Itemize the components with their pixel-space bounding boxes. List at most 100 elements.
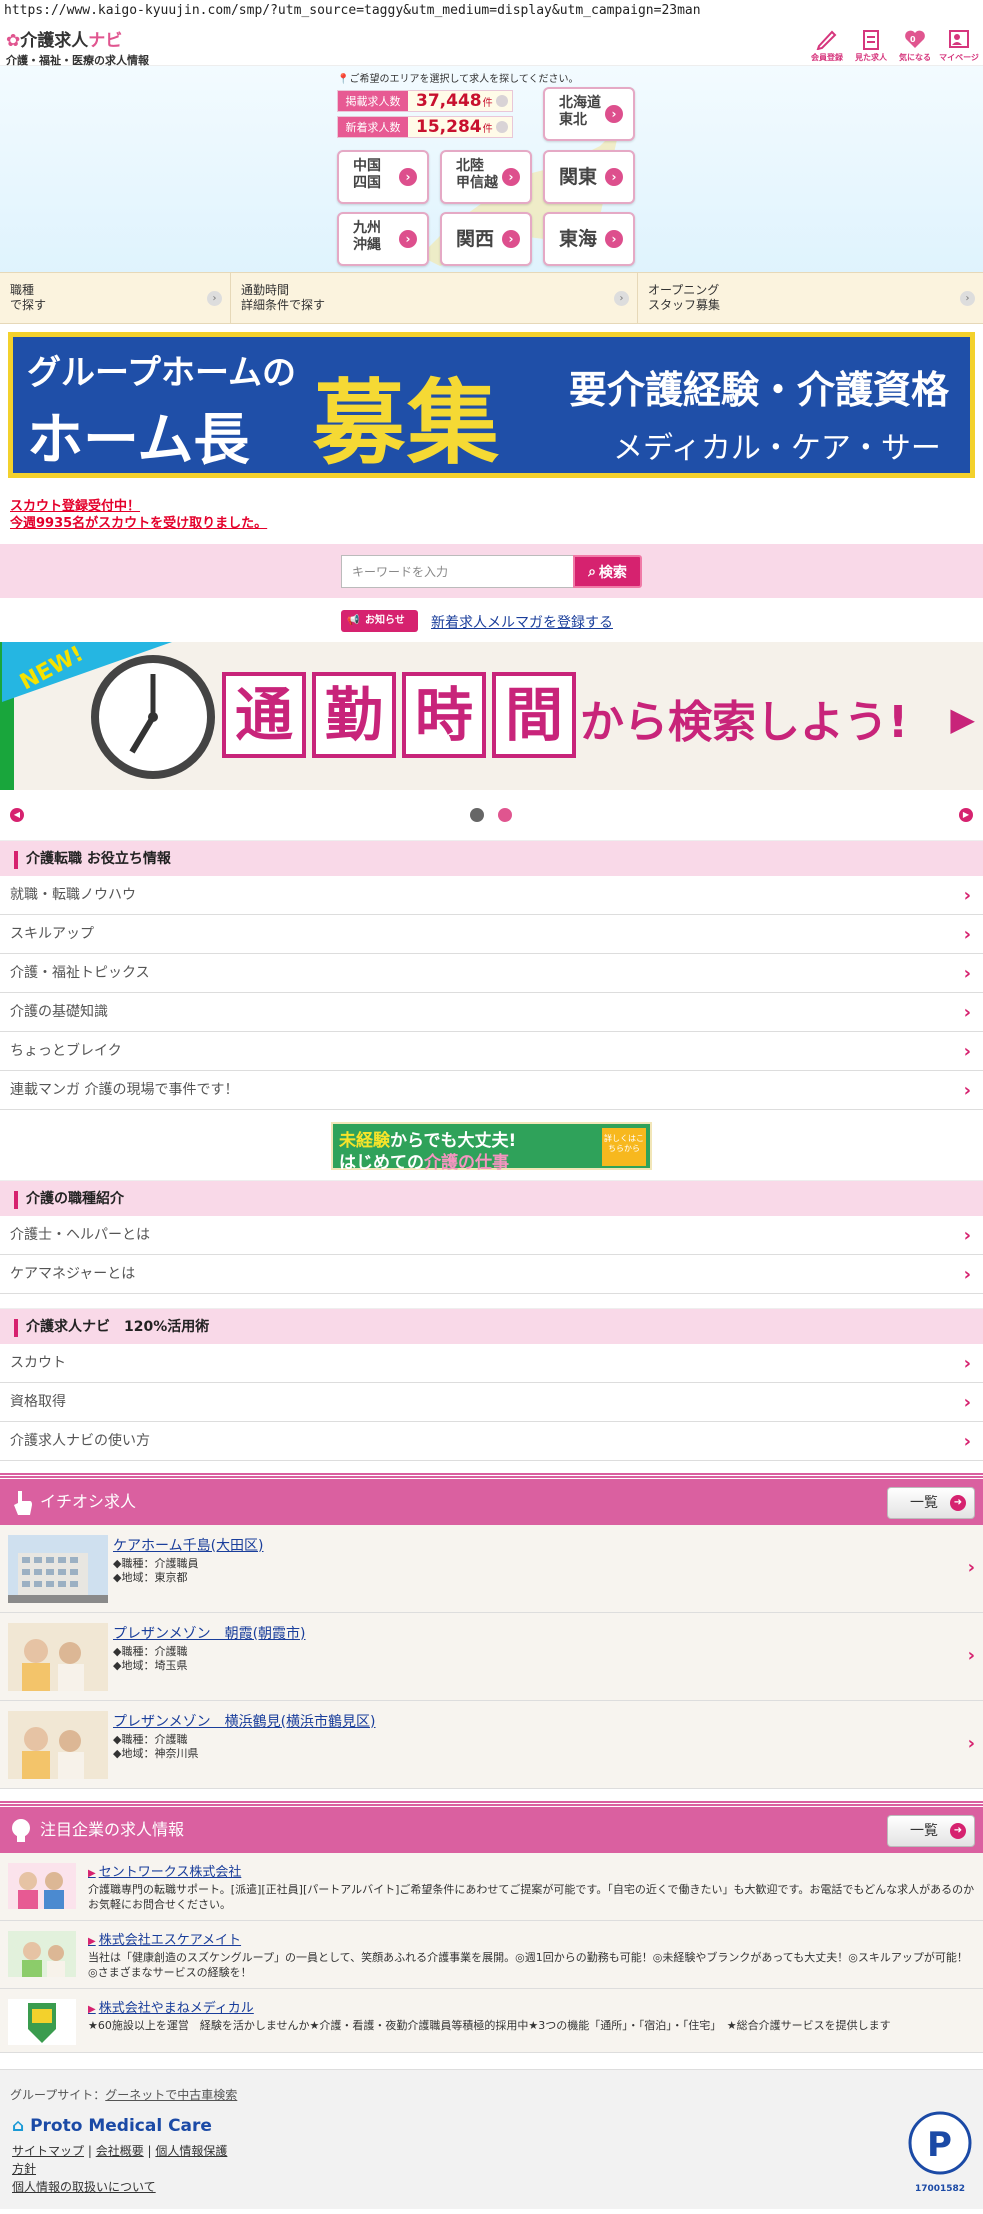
favorites-button[interactable]: 0 気になる — [895, 28, 935, 63]
company-1[interactable]: ▶ セントワークス株式会社 介護職専門の転職サポート。[派遣][正社員][パートア… — [0, 1853, 983, 1921]
chevron-right-icon — [496, 95, 508, 107]
region-chugoku-shikoku[interactable]: 中国 四国 › — [337, 150, 429, 204]
personal-info-handling-link[interactable]: 個人情報の取扱いについて — [12, 2180, 156, 2194]
company-3-logo — [8, 1999, 76, 2045]
pickup-job-3[interactable]: プレザンメゾン 横浜鶴見(横浜市鶴見区) ◆職種：介護職 ◆地域：神奈川県 › — [0, 1701, 983, 1789]
commute-search-slider[interactable]: NEW! 通 勤 時 間 から検索しよう! ▶ — [0, 642, 983, 790]
quick-search-bar: 職種 で探す › 通勤時間 詳細条件で探す › オープニング スタッフ募集 › — [0, 272, 983, 324]
pickup-all-button[interactable]: 一覧 ➜ — [887, 1487, 975, 1519]
chevron-right-icon — [496, 121, 508, 133]
chevron-right-icon: › — [963, 1041, 971, 1062]
new-jobs-unit: 件 — [482, 123, 493, 135]
building-photo — [8, 1535, 108, 1603]
company-info-link[interactable]: 会社概要 — [96, 2144, 144, 2158]
proto-medical-care-logo[interactable]: ⌂ Proto Medical Care — [12, 2116, 212, 2136]
chevron-right-icon: › — [967, 1557, 975, 1578]
lightbulb-icon — [12, 1819, 30, 1842]
tips-item-break[interactable]: ちょっとブレイク › — [0, 1032, 983, 1071]
pickup-job-2-area: ◆地域：埼玉県 — [113, 1659, 188, 1672]
footer-links: サイトマップ | 会社概要 | 個人情報保護 方針 個人情報の取扱いについて — [12, 2144, 228, 2194]
search-button-label: 検索 — [598, 564, 627, 581]
url-bar[interactable]: https://www.kaigo-kyuujin.com/smp/?utm_s… — [0, 0, 983, 22]
tips-item-manga[interactable]: 連載マンガ 介護の現場で事件です！ › — [0, 1071, 983, 1110]
company-3-name[interactable]: 株式会社やまねメディカル — [99, 2001, 254, 2016]
region-kansai[interactable]: 関西 › — [440, 212, 532, 266]
tips-item-basics[interactable]: 介護の基礎知識 › — [0, 993, 983, 1032]
privacy-protection-link[interactable]: 個人情報保護 — [155, 2144, 227, 2158]
svg-text:0: 0 — [910, 35, 916, 44]
search-by-commute[interactable]: 通勤時間 詳細条件で探す › — [231, 273, 638, 323]
newsletter-link[interactable]: 新着求人メルマガを登録する — [431, 612, 613, 632]
companies-list: ▶ セントワークス株式会社 介護職専門の転職サポート。[派遣][正社員][パートア… — [0, 1853, 983, 2053]
area-selector: 📍ご希望のエリアを選択して求人を探してください。 掲載求人数 37,448 件 … — [0, 66, 983, 272]
pickup-job-1[interactable]: ケアホーム千島(大田区) ◆職種：介護職員 ◆地域：東京都 › — [0, 1525, 983, 1613]
companies-header: 注目企業の求人情報 一覧 ➜ — [0, 1803, 983, 1853]
privacy-number: 17001582 — [914, 2184, 966, 2194]
site-footer: グループサイト：グーネットで中古車検索 ⌂ Proto Medical Care… — [0, 2069, 983, 2209]
pickup-title: イチオシ求人 — [40, 1492, 137, 1511]
pickup-job-3-name[interactable]: プレザンメゾン 横浜鶴見(横浜市鶴見区) — [113, 1711, 376, 1731]
logo-title-b: ナビ — [88, 31, 123, 51]
sitemap-link[interactable]: サイトマップ — [12, 2144, 84, 2158]
chevron-right-icon: › — [967, 1645, 975, 1666]
slider-next-button[interactable]: ▶ — [959, 808, 973, 822]
chevron-right-icon: › — [502, 230, 520, 248]
company-1-name[interactable]: セントワークス株式会社 — [99, 1865, 242, 1880]
slider-char-4: 間 — [492, 672, 576, 758]
pickup-job-1-area: ◆地域：東京都 — [113, 1571, 188, 1584]
slider-dot-2[interactable] — [498, 808, 512, 822]
navi-item-qualification[interactable]: 資格取得 › — [0, 1383, 983, 1422]
chevron-right-icon: › — [963, 924, 971, 945]
privacy-mark[interactable]: P 17001582 — [905, 2110, 975, 2194]
chevron-right-icon: › — [605, 168, 623, 186]
pickup-job-2-type: ◆職種：介護職 — [113, 1645, 188, 1658]
viewed-jobs-button[interactable]: 見た求人 — [851, 28, 891, 63]
pin-icon: 📍 — [337, 74, 350, 85]
staff-photo — [8, 1623, 108, 1691]
search-opening-staff[interactable]: オープニング スタッフ募集 › — [638, 273, 983, 323]
search-by-job-type[interactable]: 職種 で探す › — [0, 273, 231, 323]
goo-net-link[interactable]: グーネットで中古車検索 — [105, 2088, 237, 2102]
tips-item-skillup[interactable]: スキルアップ › — [0, 915, 983, 954]
person-icon — [949, 30, 969, 48]
register-button[interactable]: 会員登録 — [807, 28, 847, 63]
job-type-care-manager[interactable]: ケアマネジャーとは › — [0, 1255, 983, 1294]
company-3[interactable]: ▶ 株式会社やまねメディカル ★60施設以上を運営 経験を活かしませんか★介護・看… — [0, 1989, 983, 2053]
chevron-right-icon: › — [502, 168, 520, 186]
navi-item-howto[interactable]: 介護求人ナビの使い方 › — [0, 1422, 983, 1461]
arrow-right-icon: ➜ — [950, 1823, 966, 1839]
chevron-right-icon: › — [207, 291, 222, 306]
company-2-name[interactable]: 株式会社エスケアメイト — [99, 1933, 241, 1948]
tips-item-topics[interactable]: 介護・福祉トピックス › — [0, 954, 983, 993]
beginner-banner[interactable]: 未経験からでも大丈夫! はじめての介護の仕事 詳しくはこちらから — [331, 1122, 652, 1173]
region-hokkaido-tohoku[interactable]: 北海道 東北 › — [543, 87, 635, 141]
region-kyushu-okinawa[interactable]: 九州 沖縄 › — [337, 212, 429, 266]
companies-all-button[interactable]: 一覧 ➜ — [887, 1815, 975, 1847]
tips-item-knowhow[interactable]: 就職・転職ノウハウ › — [0, 876, 983, 915]
new-jobs-stat[interactable]: 新着求人数 15,284 件 — [337, 116, 513, 138]
scout-notice[interactable]: スカウト登録受付中！ 今週9935名がスカウトを受け取りました。 — [10, 498, 983, 532]
site-logo[interactable]: ✿介護求人ナビ 介護・福祉・医療の求人情報 — [6, 26, 149, 68]
policy-link[interactable]: 方針 — [12, 2162, 36, 2176]
navi-item-scout[interactable]: スカウト › — [0, 1344, 983, 1383]
region-tokai[interactable]: 東海 › — [543, 212, 635, 266]
mypage-button[interactable]: マイページ — [939, 28, 979, 63]
slider-prev-button[interactable]: ◀ — [10, 808, 24, 822]
region-hokuriku-koshinetsu[interactable]: 北陸 甲信越 › — [440, 150, 532, 204]
chevron-right-icon: › — [963, 1431, 971, 1452]
group-home-banner[interactable]: グループホームの ホーム長 募集 要介護経験・介護資格 メディカル・ケア・サービ… — [8, 332, 975, 478]
scout-line2: 今週9935名がスカウトを受け取りました。 — [10, 516, 268, 531]
pickup-job-2[interactable]: プレザンメゾン 朝霞(朝霞市) ◆職種：介護職 ◆地域：埼玉県 › — [0, 1613, 983, 1701]
search-button[interactable]: ⌕ 検索 — [573, 555, 642, 588]
keyword-search-input[interactable] — [341, 555, 574, 588]
company-2[interactable]: ▶ 株式会社エスケアメイト 当社は「健康創造のスズケングループ」の一員として、笑顔… — [0, 1921, 983, 1989]
pickup-job-2-name[interactable]: プレザンメゾン 朝霞(朝霞市) — [113, 1623, 306, 1643]
slider-dot-1[interactable] — [470, 808, 484, 822]
pickup-job-1-name[interactable]: ケアホーム千島(大田区) — [113, 1535, 264, 1555]
posted-jobs-stat[interactable]: 掲載求人数 37,448 件 — [337, 90, 513, 112]
region-kanto[interactable]: 関東 › — [543, 150, 635, 204]
job-type-caregiver[interactable]: 介護士・ヘルパーとは › — [0, 1216, 983, 1255]
